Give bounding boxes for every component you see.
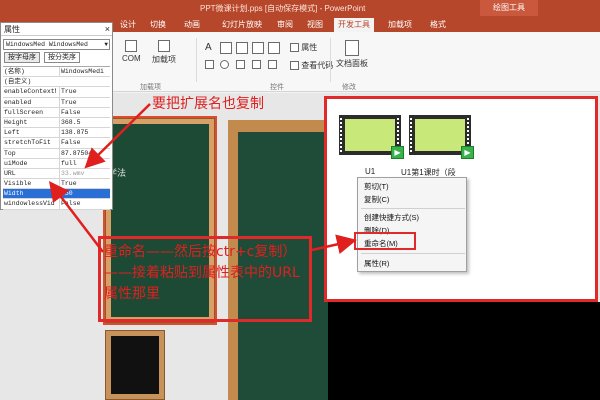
view-code-button[interactable]: 查看代码 <box>290 60 333 71</box>
table-row[interactable]: enableContextM True <box>3 87 110 98</box>
tab-slideshow[interactable]: 幻灯片放映 <box>218 18 266 32</box>
tab-animations[interactable]: 动画 <box>180 18 204 32</box>
media-badge-icon: ▶ <box>391 146 404 159</box>
table-row[interactable]: windowlessVid False <box>3 199 110 210</box>
code-icon <box>290 61 299 71</box>
document-panel-button[interactable]: 文档面板 <box>336 40 368 69</box>
annotation-top: 要把扩展名也复制 <box>152 96 264 112</box>
menu-item-copy[interactable]: 复制(C) <box>364 194 389 205</box>
button-control-icon[interactable] <box>236 42 248 56</box>
puzzle-icon <box>158 40 170 52</box>
modify-group-label: 修改 <box>342 84 356 91</box>
tab-addins[interactable]: 加载项 <box>384 18 416 32</box>
tab-developer[interactable]: 开发工具 <box>334 18 374 32</box>
tab-view[interactable]: 视图 <box>303 18 327 32</box>
com-addins-button[interactable]: COM <box>122 40 141 63</box>
table-row[interactable]: enabled True <box>3 97 110 108</box>
properties-button[interactable]: 属性 <box>290 42 317 53</box>
menu-item-cut[interactable]: 剪切(T) <box>364 181 389 192</box>
checkbox-control-icon[interactable] <box>205 60 214 71</box>
scrollbar-control-icon[interactable] <box>252 60 261 71</box>
addins-group-label: 加载项 <box>140 84 161 91</box>
context-menu: 剪切(T) 复制(C) 创建快捷方式(S) 删除(D) 重命名(M) 属性(R) <box>357 177 467 272</box>
video-file-icon[interactable]: ▶ <box>339 115 404 159</box>
radio-control-icon[interactable] <box>220 60 229 71</box>
textbox-control-icon[interactable] <box>220 42 232 56</box>
annotation-bottom: 重命名——然后按ctr+c复制）——接着粘贴到属性表中的URL属性那里 <box>104 244 300 302</box>
context-tab-group-label: 绘图工具 <box>480 0 538 16</box>
tab-transitions[interactable]: 切换 <box>146 18 170 32</box>
properties-icon <box>290 43 299 53</box>
table-row[interactable]: Visible True <box>3 179 110 190</box>
close-icon[interactable]: × <box>105 23 110 36</box>
table-row[interactable]: Top 87.87504 <box>3 148 110 159</box>
file-name[interactable]: U1 <box>365 167 375 176</box>
video-file-icon[interactable]: ▶ <box>409 115 474 159</box>
image-control-icon[interactable] <box>236 60 245 71</box>
chevron-down-icon: ▼ <box>104 41 108 48</box>
more-controls-icon[interactable] <box>268 60 277 71</box>
table-row[interactable]: uiMode full <box>3 158 110 169</box>
table-row[interactable]: (自定义) <box>3 77 110 88</box>
tab-design[interactable]: 设计 <box>116 18 140 32</box>
menu-item-properties[interactable]: 属性(R) <box>364 258 389 269</box>
document-icon <box>345 40 359 56</box>
listbox-control-icon[interactable] <box>252 42 264 56</box>
combobox-control-icon[interactable] <box>268 42 280 56</box>
properties-panel: 属性 × WindowsMed WindowsMed ▼ 按字母序 按分类序 (… <box>0 22 113 210</box>
url-property-row[interactable]: URL 33.wmv <box>3 168 110 180</box>
properties-table: (名称) WindowsMedi (自定义) enableContextM True… <box>3 66 110 210</box>
tab-format[interactable]: 格式 <box>426 18 450 32</box>
tab-categorized[interactable]: 按分类序 <box>44 52 80 63</box>
menu-item-create-shortcut[interactable]: 创建快捷方式(S) <box>364 212 419 223</box>
tab-review[interactable]: 审阅 <box>273 18 297 32</box>
rename-highlight <box>354 232 416 250</box>
object-selector[interactable]: WindowsMed WindowsMed ▼ <box>3 39 110 50</box>
tab-alphabetic[interactable]: 按字母序 <box>4 52 40 63</box>
table-row-selected[interactable]: Width 550 <box>3 189 110 200</box>
menu-separator <box>361 253 465 254</box>
ribbon-separator <box>196 38 197 82</box>
controls-group-label: 控件 <box>270 84 284 91</box>
media-badge-icon: ▶ <box>461 146 474 159</box>
window-title: PPT微课计划.pps [自动保存模式] - PowerPoint <box>200 4 366 13</box>
table-row[interactable]: stretchToFit False <box>3 138 110 149</box>
video-area <box>328 302 600 400</box>
title-bar: PPT微课计划.pps [自动保存模式] - PowerPoint 绘图工具 <box>0 0 600 16</box>
ribbon-separator <box>330 38 331 82</box>
label-control-icon[interactable]: A <box>205 42 212 53</box>
menu-separator <box>361 208 465 209</box>
table-row[interactable]: fullScreen False <box>3 107 110 118</box>
table-row[interactable]: (名称) WindowsMedi <box>3 67 110 78</box>
addins-button[interactable]: 加载项 <box>152 40 176 65</box>
gear-icon <box>125 40 138 52</box>
thumbnail-board <box>111 336 159 394</box>
table-row[interactable]: Left 138.875 <box>3 128 110 139</box>
slide-thumbnail[interactable] <box>105 330 165 400</box>
panel-title: 属性 <box>1 23 112 36</box>
table-row[interactable]: Height 368.5 <box>3 117 110 129</box>
